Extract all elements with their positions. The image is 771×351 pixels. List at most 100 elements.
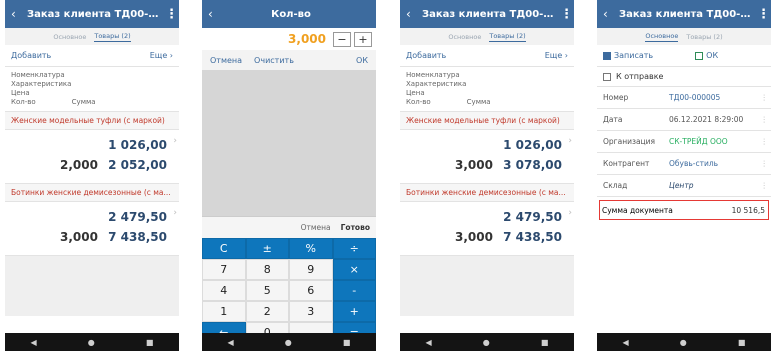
header-price: Цена [406, 89, 425, 97]
tab-goods[interactable]: Товары (2) [686, 33, 722, 41]
column-headers: Номенклатура Характеристика Цена Кол-во С… [400, 67, 574, 112]
field-warehouse[interactable]: Склад Центр ⋮ [597, 175, 771, 197]
clear-button[interactable]: Очистить [254, 56, 294, 65]
item-sum: 7 438,50 [503, 230, 562, 244]
key-divide[interactable]: ÷ [332, 238, 376, 259]
goods-toolbar: Добавить Еще › [5, 45, 179, 67]
item-qty[interactable]: 3,000 [60, 230, 98, 244]
nav-recents-icon[interactable]: ■ [541, 338, 549, 347]
key-6[interactable]: 6 [289, 280, 333, 301]
tab-goods[interactable]: Товары (2) [94, 32, 131, 42]
key-9[interactable]: 9 [289, 259, 333, 280]
field-counterparty[interactable]: Контрагент Обувь-стиль ⋮ [597, 153, 771, 175]
field-value: СК-ТРЕЙД ООО [669, 137, 728, 146]
save-button[interactable]: Записать [614, 51, 653, 60]
back-icon[interactable]: ‹ [406, 7, 418, 21]
screen-qty-input: ‹ Кол-во 3,000 − + Отмена Очистить ОК От… [202, 0, 376, 351]
nav-recents-icon[interactable]: ■ [738, 338, 746, 347]
back-icon[interactable]: ‹ [208, 7, 220, 21]
empty-area [5, 256, 179, 316]
field-organization[interactable]: Организация СК-ТРЕЙД ООО ⋮ [597, 131, 771, 153]
item-qty[interactable]: 3,000 [455, 230, 493, 244]
tab-main[interactable]: Основное [448, 33, 481, 41]
key-minus[interactable]: - [332, 280, 376, 301]
item-qty[interactable]: 2,000 [60, 158, 98, 172]
more-vert-icon[interactable]: ⋮ [560, 7, 573, 22]
screen-title: Заказ клиента ТД00-000005 0... [27, 8, 165, 20]
more-vert-icon[interactable]: ⋮ [165, 7, 178, 22]
nav-home-icon[interactable]: ● [88, 338, 95, 347]
app-bar: ‹ Заказ клиента ТД00-000005 0... ⋮ [597, 0, 771, 28]
key-multiply[interactable]: × [332, 259, 376, 280]
nav-home-icon[interactable]: ● [483, 338, 490, 347]
field-label: Дата [603, 115, 623, 124]
header-sum: Сумма [466, 98, 491, 106]
key-5[interactable]: 5 [245, 280, 289, 301]
chevron-right-icon: › [173, 208, 177, 218]
header-characteristic: Характеристика [11, 80, 72, 88]
key-4[interactable]: 4 [202, 280, 246, 301]
key-plus[interactable]: + [332, 301, 376, 322]
back-icon[interactable]: ‹ [11, 7, 23, 21]
nav-back-icon[interactable]: ◀ [31, 338, 37, 347]
list-item-title[interactable]: Женские модельные туфли (с маркой) [400, 112, 574, 130]
key-percent[interactable]: % [289, 238, 333, 259]
keyboard-cancel-button[interactable]: Отмена [301, 223, 331, 232]
decrement-button[interactable]: − [333, 31, 351, 47]
screen-title: Заказ клиента ТД00-000005 0... [619, 8, 757, 20]
key-8[interactable]: 8 [245, 259, 289, 280]
key-plus-minus[interactable]: ± [245, 238, 289, 259]
nav-recents-icon[interactable]: ■ [146, 338, 154, 347]
list-item-title[interactable]: Ботинки женские демисезонные (с ма... [400, 184, 574, 202]
nav-back-icon[interactable]: ◀ [623, 338, 629, 347]
list-item[interactable]: 2 479,50 › 3,000 7 438,50 [400, 202, 574, 256]
add-button[interactable]: Добавить [11, 51, 51, 60]
add-button[interactable]: Добавить [406, 51, 446, 60]
list-item[interactable]: 1 026,00 › 3,000 3 078,00 [400, 130, 574, 184]
send-checkbox[interactable]: К отправке [597, 67, 771, 87]
more-button[interactable]: Еще › [545, 51, 568, 60]
tab-main[interactable]: Основное [645, 32, 679, 42]
more-button[interactable]: Еще › [150, 51, 173, 60]
key-1[interactable]: 1 [202, 301, 246, 322]
more-icon[interactable]: ⋮ [761, 137, 769, 146]
list-item-title[interactable]: Ботинки женские демисезонные (с ма... [5, 184, 179, 202]
ok-button[interactable]: ОК [356, 56, 368, 65]
back-icon[interactable]: ‹ [603, 7, 615, 21]
field-value: ТД00-000005 [669, 93, 721, 102]
list-item[interactable]: 1 026,00 › 2,000 2 052,00 [5, 130, 179, 184]
more-vert-icon[interactable]: ⋮ [757, 7, 770, 22]
key-2[interactable]: 2 [245, 301, 289, 322]
nav-back-icon[interactable]: ◀ [426, 338, 432, 347]
more-icon[interactable]: ⋮ [761, 181, 769, 190]
increment-button[interactable]: + [354, 31, 372, 47]
nav-recents-icon[interactable]: ■ [343, 338, 351, 347]
header-nomenclature: Номенклатура [406, 71, 460, 79]
key-3[interactable]: 3 [289, 301, 333, 322]
more-icon[interactable]: ⋮ [761, 93, 769, 102]
ok-button[interactable]: ОК [706, 51, 718, 60]
app-bar: ‹ Кол-во [202, 0, 376, 28]
item-sum: 3 078,00 [503, 158, 562, 172]
nav-back-icon[interactable]: ◀ [228, 338, 234, 347]
keyboard-done-button[interactable]: Готово [341, 223, 370, 232]
tab-main[interactable]: Основное [53, 33, 86, 41]
header-qty: Кол-во [406, 98, 431, 106]
field-value: Обувь-стиль [669, 159, 719, 168]
field-label: Контрагент [603, 159, 650, 168]
field-number[interactable]: Номер ТД00-000005 ⋮ [597, 87, 771, 109]
cancel-button[interactable]: Отмена [210, 56, 242, 65]
qty-value[interactable]: 3,000 [288, 32, 326, 46]
field-date[interactable]: Дата 06.12.2021 8:29:00 ⋮ [597, 109, 771, 131]
more-icon[interactable]: ⋮ [761, 159, 769, 168]
nav-home-icon[interactable]: ● [680, 338, 687, 347]
list-item[interactable]: 2 479,50 › 3,000 7 438,50 [5, 202, 179, 256]
tab-goods[interactable]: Товары (2) [489, 32, 526, 42]
more-icon[interactable]: ⋮ [761, 115, 769, 124]
nav-home-icon[interactable]: ● [285, 338, 292, 347]
key-7[interactable]: 7 [202, 259, 246, 280]
checkbox-icon[interactable] [603, 72, 611, 81]
key-clear[interactable]: C [202, 238, 246, 259]
list-item-title[interactable]: Женские модельные туфли (с маркой) [5, 112, 179, 130]
item-qty[interactable]: 3,000 [455, 158, 493, 172]
